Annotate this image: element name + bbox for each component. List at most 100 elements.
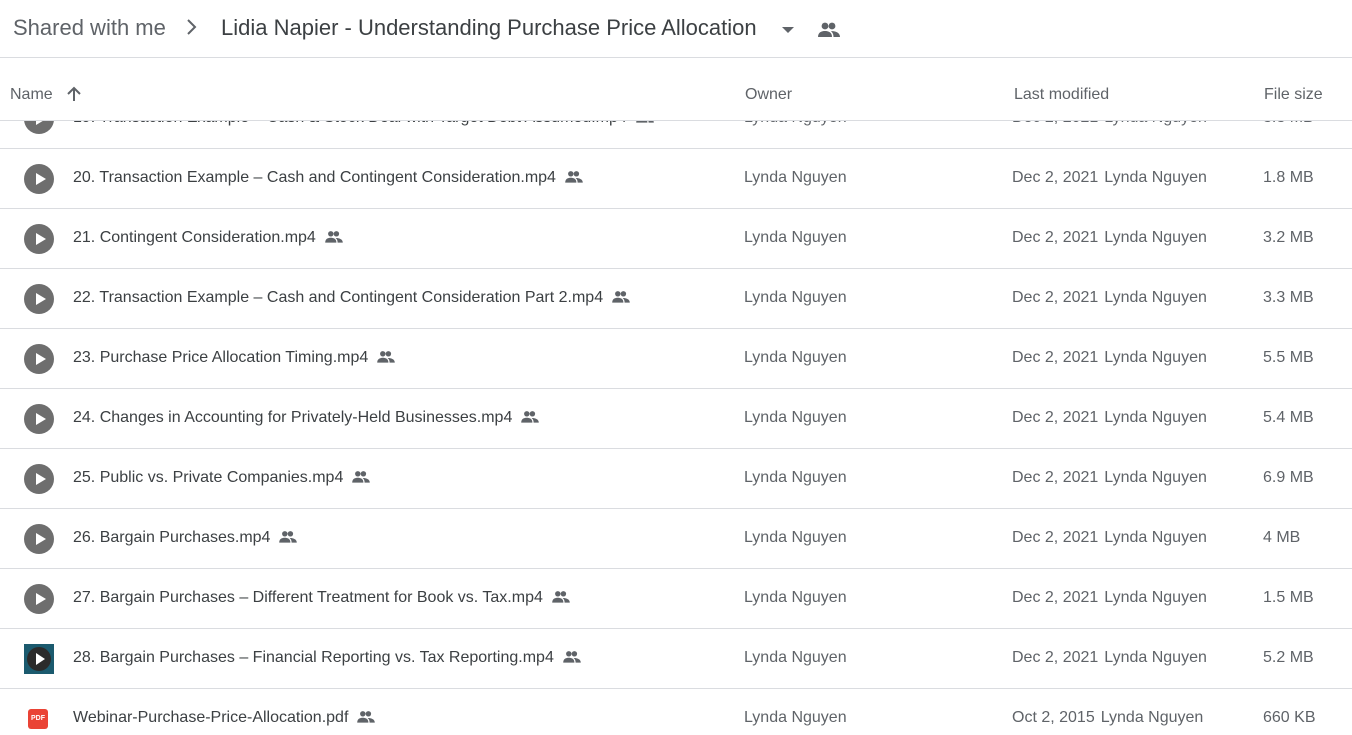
column-name[interactable]: Name: [10, 86, 53, 104]
file-owner: Lynda Nguyen: [744, 709, 847, 726]
file-size: 4 MB: [1263, 529, 1301, 546]
shared-people-icon: [278, 529, 298, 550]
modified-by: Lynda Nguyen: [1104, 289, 1207, 306]
video-play-icon: [24, 584, 54, 614]
column-file-size[interactable]: File size: [1264, 86, 1323, 104]
file-size: 1.8 MB: [1263, 169, 1314, 186]
file-name-text: 25. Public vs. Private Companies.mp4: [73, 469, 344, 486]
modified-date: Dec 2, 2021: [1012, 529, 1099, 546]
file-last-modified: Dec 2, 2021 Lynda Nguyen: [1012, 289, 1207, 307]
modified-by: Lynda Nguyen: [1100, 709, 1204, 726]
file-name[interactable]: 28. Bargain Purchases – Financial Report…: [73, 649, 582, 670]
file-row[interactable]: 24. Changes in Accounting for Privately-…: [0, 389, 1352, 449]
modified-by: Lynda Nguyen: [1104, 529, 1207, 546]
modified-by: Lynda Nguyen: [1104, 169, 1207, 186]
modified-by: Lynda Nguyen: [1104, 589, 1207, 606]
file-name-text: 19. Transaction Example – Cash & Stock D…: [73, 121, 627, 126]
shared-people-icon: [635, 121, 655, 130]
video-play-icon: [24, 524, 54, 554]
shared-people-icon: [356, 709, 376, 730]
file-row[interactable]: 22. Transaction Example – Cash and Conti…: [0, 269, 1352, 329]
modified-by: Lynda Nguyen: [1104, 349, 1207, 366]
modified-date: Dec 2, 2021: [1012, 469, 1099, 486]
file-owner: Lynda Nguyen: [744, 121, 847, 127]
file-owner: Lynda Nguyen: [744, 169, 847, 186]
arrow-up-icon[interactable]: [65, 85, 83, 108]
file-size: 6.9 MB: [1263, 469, 1314, 486]
caret-down-icon[interactable]: [780, 22, 796, 40]
file-last-modified: Dec 2, 2021 Lynda Nguyen: [1012, 589, 1207, 607]
file-last-modified: Dec 2, 2021 Lynda Nguyen: [1012, 409, 1207, 427]
file-name[interactable]: 26. Bargain Purchases.mp4: [73, 529, 298, 550]
breadcrumb-shared-with-me[interactable]: Shared with me: [13, 15, 166, 41]
file-name[interactable]: 25. Public vs. Private Companies.mp4: [73, 469, 371, 490]
file-row[interactable]: 28. Bargain Purchases – Financial Report…: [0, 629, 1352, 689]
modified-date: Dec 2, 2021: [1012, 649, 1099, 666]
file-name[interactable]: 20. Transaction Example – Cash and Conti…: [73, 169, 584, 190]
video-play-icon: [24, 464, 54, 494]
file-row[interactable]: 19. Transaction Example – Cash & Stock D…: [0, 121, 1352, 149]
file-size: 660 KB: [1263, 709, 1316, 726]
file-name-text: 23. Purchase Price Allocation Timing.mp4: [73, 349, 369, 366]
breadcrumb-current-folder[interactable]: Lidia Napier - Understanding Purchase Pr…: [221, 15, 757, 41]
file-last-modified: Dec 2, 2021 Lynda Nguyen: [1012, 469, 1207, 487]
file-name[interactable]: 24. Changes in Accounting for Privately-…: [73, 409, 540, 430]
video-play-icon: [24, 164, 54, 194]
modified-date: Dec 2, 2021: [1012, 349, 1099, 366]
file-size: 1.5 MB: [1263, 589, 1314, 606]
file-row[interactable]: 27. Bargain Purchases – Different Treatm…: [0, 569, 1352, 629]
file-name-text: Webinar-Purchase-Price-Allocation.pdf: [73, 709, 349, 726]
modified-by: Lynda Nguyen: [1104, 229, 1207, 246]
shared-people-icon: [520, 409, 540, 430]
column-owner[interactable]: Owner: [745, 86, 792, 104]
column-last-modified[interactable]: Last modified: [1014, 86, 1109, 104]
file-row[interactable]: 21. Contingent Consideration.mp4 Lynda Ng…: [0, 209, 1352, 269]
file-row[interactable]: PDF Webinar-Purchase-Price-Allocation.pdf…: [0, 689, 1352, 735]
file-owner: Lynda Nguyen: [744, 409, 847, 426]
file-name[interactable]: 21. Contingent Consideration.mp4: [73, 229, 344, 250]
file-name[interactable]: 27. Bargain Purchases – Different Treatm…: [73, 589, 571, 610]
pdf-icon: PDF: [24, 704, 54, 734]
file-last-modified: Dec 2, 2021 Lynda Nguyen: [1012, 529, 1207, 547]
modified-date: Dec 2, 2021: [1012, 589, 1099, 606]
file-name[interactable]: 23. Purchase Price Allocation Timing.mp4: [73, 349, 396, 370]
video-thumbnail-icon: [24, 644, 54, 674]
shared-people-icon: [351, 469, 371, 490]
file-row[interactable]: 20. Transaction Example – Cash and Conti…: [0, 149, 1352, 209]
modified-date: Dec 2, 2021: [1012, 289, 1099, 306]
file-last-modified: Oct 2, 2015 Lynda Nguyen: [1012, 709, 1203, 727]
file-owner: Lynda Nguyen: [744, 289, 847, 306]
file-size: 5.4 MB: [1263, 409, 1314, 426]
video-play-icon: [24, 284, 54, 314]
shared-people-icon: [611, 289, 631, 310]
file-last-modified: Dec 2, 2021 Lynda Nguyen: [1012, 349, 1207, 367]
file-owner: Lynda Nguyen: [744, 529, 847, 546]
modified-by: Lynda Nguyen: [1104, 649, 1207, 666]
chevron-right-icon: [186, 18, 198, 41]
file-size: 5.5 MB: [1263, 349, 1314, 366]
file-size: 3.3 MB: [1263, 289, 1314, 306]
modified-date: Dec 2, 2021: [1012, 229, 1099, 246]
file-owner: Lynda Nguyen: [744, 469, 847, 486]
video-play-icon: [24, 344, 54, 374]
file-row[interactable]: 25. Public vs. Private Companies.mp4 Lynd…: [0, 449, 1352, 509]
modified-date: Dec 2, 2021: [1012, 121, 1098, 126]
file-name[interactable]: Webinar-Purchase-Price-Allocation.pdf: [73, 709, 376, 730]
shared-people-icon: [564, 169, 584, 190]
file-row[interactable]: 26. Bargain Purchases.mp4 Lynda Nguyen Dec…: [0, 509, 1352, 569]
file-row[interactable]: 23. Purchase Price Allocation Timing.mp4…: [0, 329, 1352, 389]
shared-people-icon: [551, 589, 571, 610]
file-name-text: 21. Contingent Consideration.mp4: [73, 229, 316, 246]
file-size: 3.2 MB: [1263, 229, 1314, 246]
file-name[interactable]: 22. Transaction Example – Cash and Conti…: [73, 289, 631, 310]
breadcrumb: Shared with me Lidia Napier - Understand…: [0, 0, 1352, 58]
shared-people-icon[interactable]: [817, 20, 841, 45]
file-list: 19. Transaction Example – Cash & Stock D…: [0, 121, 1352, 735]
file-owner: Lynda Nguyen: [744, 649, 847, 666]
file-owner: Lynda Nguyen: [744, 229, 847, 246]
video-play-icon: [24, 404, 54, 434]
file-name[interactable]: 19. Transaction Example – Cash & Stock D…: [73, 121, 655, 130]
file-last-modified: Dec 2, 2021 Lynda Nguyen: [1012, 229, 1207, 247]
pdf-icon-label: PDF: [28, 709, 48, 729]
modified-date: Dec 2, 2021: [1012, 409, 1099, 426]
